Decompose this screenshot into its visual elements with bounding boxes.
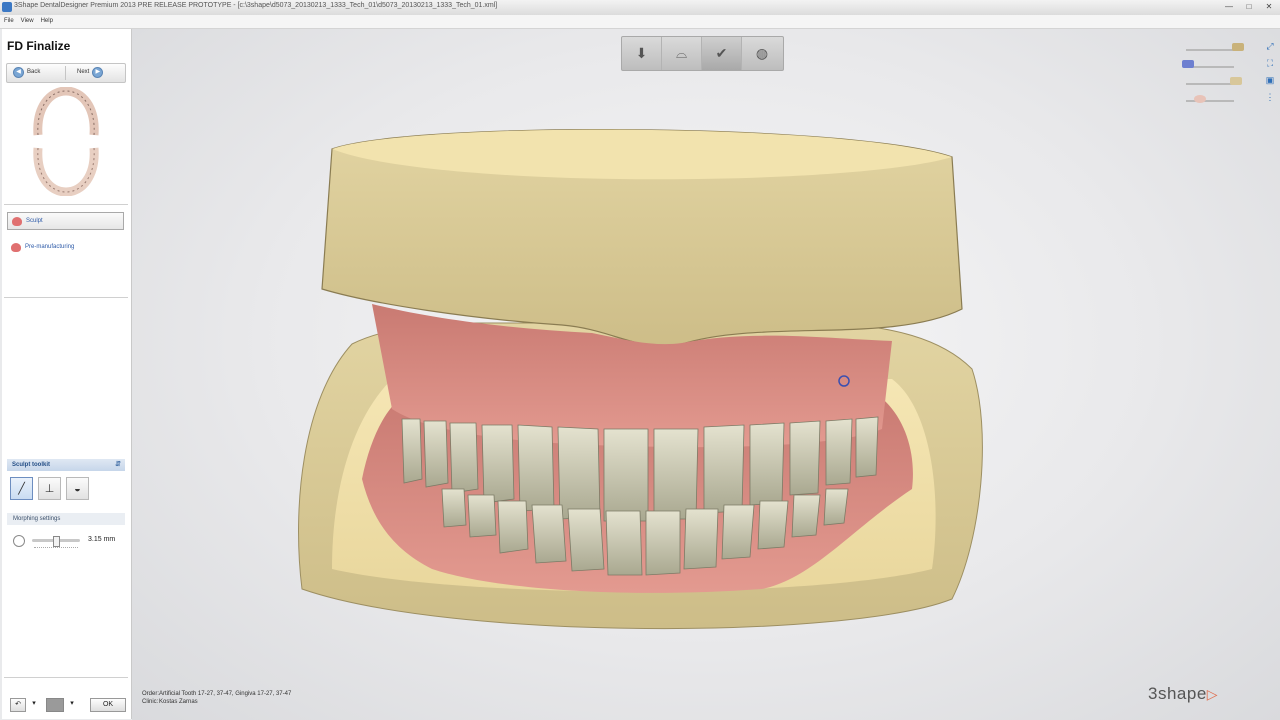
next-button[interactable]: Next ▶ xyxy=(77,65,104,80)
view-options-icon[interactable]: ⋮ xyxy=(1266,92,1275,103)
undo-button[interactable]: ↶ xyxy=(10,698,26,712)
menu-file[interactable]: File xyxy=(0,15,17,24)
view-toolbar: ⬇ ⌓ ✔ ◍ xyxy=(621,36,784,71)
upper-arch-icon[interactable] xyxy=(30,87,102,139)
gingiva-model-icon xyxy=(1194,95,1206,103)
back-label: Back xyxy=(27,69,41,75)
tooth-check-tool-button[interactable]: ✔ xyxy=(702,37,742,70)
menu-view[interactable]: View xyxy=(17,15,37,24)
close-icon[interactable]: ✕ xyxy=(1262,1,1276,12)
scan-model-icon xyxy=(1182,60,1194,68)
smooth-tool-button[interactable]: ⊥ xyxy=(38,477,61,500)
lower-model-icon xyxy=(1230,77,1242,85)
brush-icon: ╱ xyxy=(18,483,25,495)
nav-separator xyxy=(65,66,66,80)
window-controls: — □ ✕ xyxy=(1222,1,1276,12)
model-visibility-slider[interactable] xyxy=(1186,49,1234,51)
menu-help[interactable]: Help xyxy=(37,15,56,24)
view-controls: ⤢ ⛶ ▣ ⋮ xyxy=(1260,41,1280,103)
color-dropdown-icon[interactable]: ▾ xyxy=(67,698,77,712)
ok-button[interactable]: OK xyxy=(90,698,126,712)
title-bar: 3Shape DentalDesigner Premium 2013 PRE R… xyxy=(0,0,1280,16)
radius-slider-thumb[interactable] xyxy=(53,536,60,547)
morphing-settings-header[interactable]: Morphing settings xyxy=(7,513,125,525)
brand-name: 3shape xyxy=(1148,684,1207,703)
shape-tool-button[interactable]: ◒ xyxy=(66,477,89,500)
maximize-icon[interactable]: □ xyxy=(1242,1,1256,12)
next-arrow-icon: ▶ xyxy=(92,67,104,78)
brand-logo: 3shape▷ xyxy=(1148,684,1218,704)
minimize-icon[interactable]: — xyxy=(1222,1,1236,12)
tooth-icon xyxy=(11,242,21,252)
upper-model-icon xyxy=(1232,43,1244,51)
wizard-nav: ◀ Back Next ▶ xyxy=(6,63,126,83)
wizard-sidebar: FD Finalize ◀ Back Next ▶ Sculpt Pre-man… xyxy=(2,29,132,719)
window-title: 3Shape DentalDesigner Premium 2013 PRE R… xyxy=(14,2,498,9)
tooth-icon xyxy=(12,216,22,226)
disc-tool-icon: ◍ xyxy=(755,45,769,61)
lower-arch-icon[interactable] xyxy=(30,144,102,196)
order-key: Order: xyxy=(142,691,160,697)
step-pre-manufacturing-label: Pre-manufacturing xyxy=(25,244,75,250)
slider-ticks xyxy=(34,547,78,550)
color-swatch-button[interactable] xyxy=(46,698,64,712)
step-pre-manufacturing[interactable]: Pre-manufacturing xyxy=(7,239,122,255)
3d-viewport[interactable]: ⬇ ⌓ ✔ ◍ ⤢ ⛶ ▣ ⋮ Order:Artificial Tooth 1… xyxy=(132,29,1280,720)
bridge-tool-button[interactable]: ⌓ xyxy=(662,37,702,70)
wizard-title: FD Finalize xyxy=(7,39,71,53)
expand-view-icon[interactable]: ⛶ xyxy=(1267,58,1273,69)
model-visibility-slider[interactable] xyxy=(1186,100,1234,102)
step-sculpt-label: Sculpt xyxy=(26,218,43,224)
divider xyxy=(4,677,128,678)
app-icon xyxy=(2,2,12,12)
brush-tool-button[interactable]: ╱ xyxy=(10,477,33,500)
disc-tool-button[interactable]: ◍ xyxy=(742,37,782,70)
step-sculpt[interactable]: Sculpt xyxy=(7,212,124,230)
radius-icon xyxy=(13,535,25,547)
menu-bar: File View Help xyxy=(0,15,1280,29)
model-visibility-slider[interactable] xyxy=(1186,83,1234,85)
order-info: Order:Artificial Tooth 17-27, 37-47, Gin… xyxy=(142,690,291,706)
pin-icon[interactable]: ⇵ xyxy=(115,459,121,471)
brand-mark-icon: ▷ xyxy=(1206,686,1219,702)
dental-model-render[interactable] xyxy=(292,129,1012,649)
sculpt-toolkit-header[interactable]: Sculpt toolkit ⇵ xyxy=(7,459,125,471)
divider xyxy=(4,204,128,205)
sculpt-toolkit-title: Sculpt toolkit xyxy=(12,462,50,468)
shape-icon: ◒ xyxy=(74,482,81,495)
model-tool-button[interactable]: ⬇ xyxy=(622,37,662,70)
order-value: Artificial Tooth 17-27, 37-47, Gingiva 1… xyxy=(159,691,292,697)
clinic-value: Kostas Zarnas xyxy=(159,699,198,705)
smooth-icon: ⊥ xyxy=(44,483,55,495)
tooth-check-icon: ✔ xyxy=(715,45,728,61)
back-arrow-icon: ◀ xyxy=(13,67,24,78)
model-tool-icon: ⬇ xyxy=(635,45,648,61)
zoom-fit-icon[interactable]: ⤢ xyxy=(1266,41,1273,52)
undo-dropdown-icon[interactable]: ▾ xyxy=(29,698,39,712)
bridge-tool-icon: ⌓ xyxy=(675,45,688,61)
divider xyxy=(4,297,128,298)
sidebar-bottom-bar: ↶ ▾ ▾ OK xyxy=(2,689,131,719)
clinic-key: Clinic: xyxy=(142,699,159,705)
radius-value: 3.15 mm xyxy=(88,536,116,543)
screenshot-icon[interactable]: ▣ xyxy=(1266,75,1275,86)
next-label: Next xyxy=(77,69,90,75)
back-button[interactable]: ◀ Back xyxy=(13,65,40,80)
